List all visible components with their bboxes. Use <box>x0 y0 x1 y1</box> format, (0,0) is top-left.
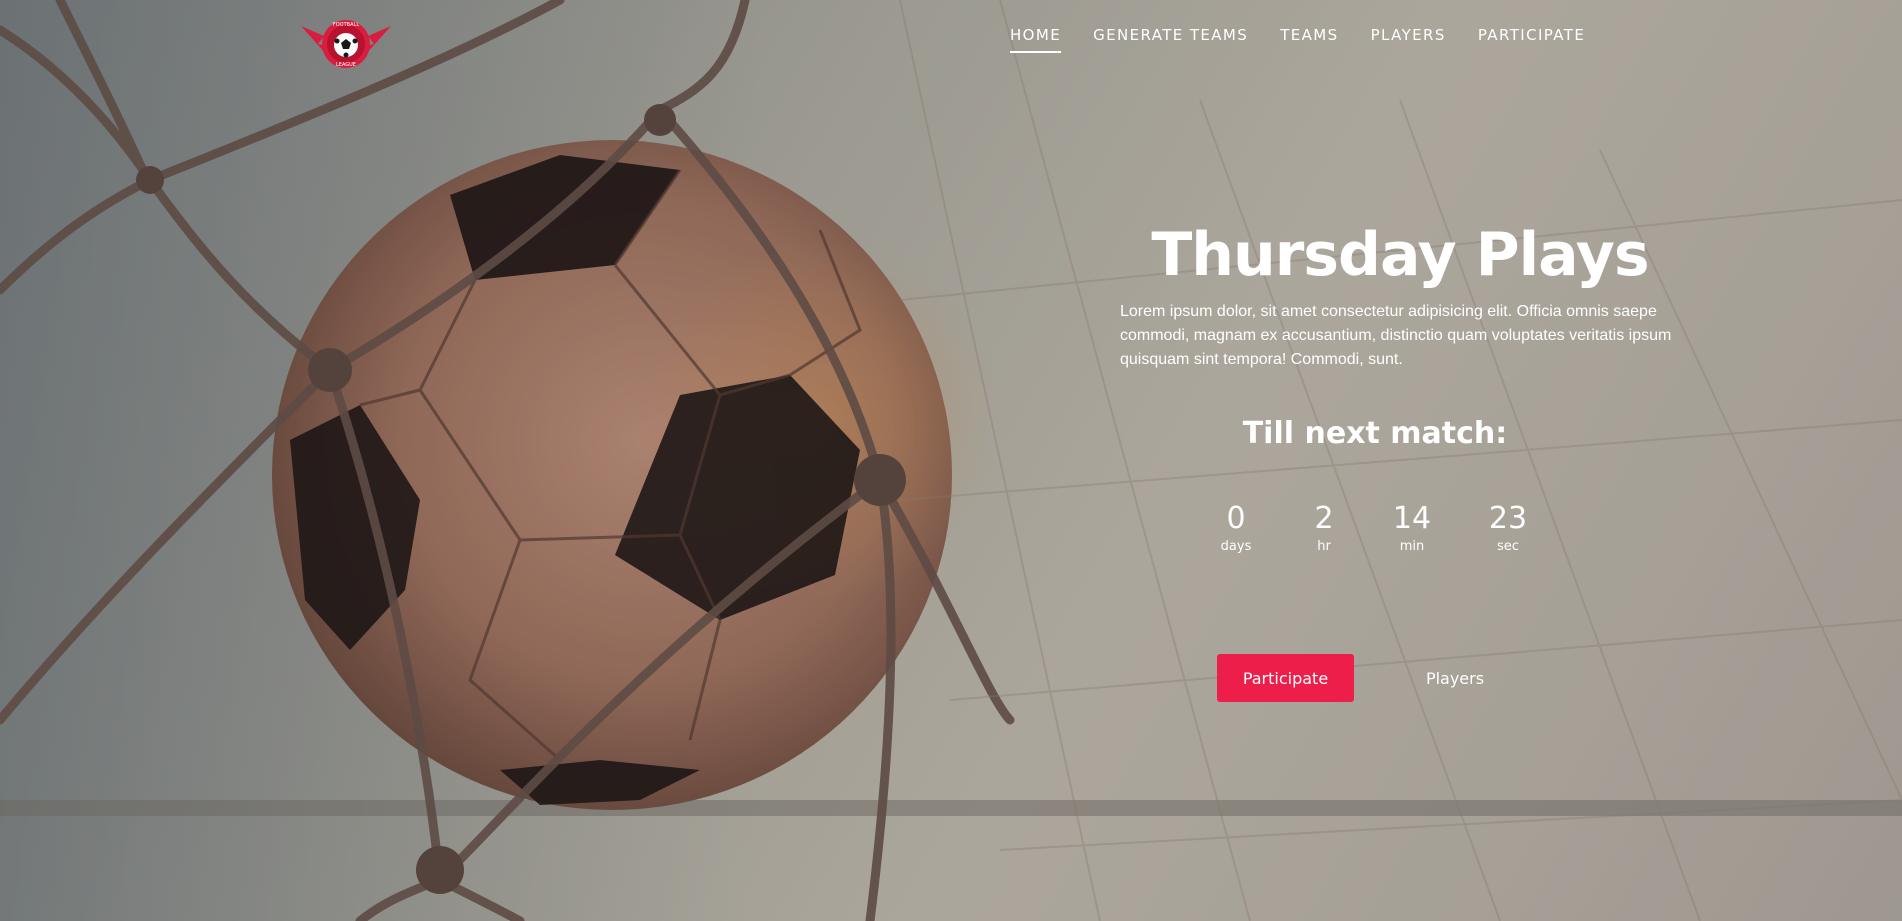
countdown-days-value: 0 <box>1226 501 1246 536</box>
league-logo[interactable]: FOOTBALL LEAGUE <box>296 14 396 74</box>
nav-item-players[interactable]: PLAYERS <box>1371 26 1446 50</box>
participate-button[interactable]: Participate <box>1217 654 1354 702</box>
countdown-hours: 2 hr <box>1276 500 1372 556</box>
countdown-days-label: days <box>1220 539 1252 554</box>
page-title: Thursday Plays <box>1151 220 1649 290</box>
countdown-minutes-value: 14 <box>1392 501 1432 536</box>
logo-top-text: FOOTBALL <box>333 22 359 28</box>
nav-item-generate-teams[interactable]: GENERATE TEAMS <box>1093 26 1248 50</box>
countdown-title: Till next match: <box>1242 416 1508 451</box>
nav-item-participate[interactable]: PARTICIPATE <box>1478 26 1585 50</box>
countdown-days: 0 days <box>1196 500 1276 556</box>
nav-item-home[interactable]: HOME <box>1010 26 1062 53</box>
football-league-logo-icon: FOOTBALL LEAGUE <box>301 20 391 68</box>
countdown-hours-value: 2 <box>1314 501 1334 536</box>
countdown-seconds-value: 23 <box>1488 501 1528 536</box>
countdown-hours-label: hr <box>1317 539 1331 554</box>
countdown-minutes-label: min <box>1399 539 1425 554</box>
main-nav: HOME GENERATE TEAMS TEAMS PLAYERS PARTIC… <box>1010 26 1585 53</box>
countdown-timer: 0 days 2 hr 14 min 23 sec <box>1196 500 1564 556</box>
logo-bottom-text: LEAGUE <box>336 62 356 68</box>
players-button[interactable]: Players <box>1400 654 1510 702</box>
hero-content: Thursday Plays Lorem ipsum dolor, sit am… <box>1120 220 1680 372</box>
hero-section: FOOTBALL LEAGUE HOME GENERATE TEAMS TEAM… <box>0 0 1902 921</box>
countdown-seconds: 23 sec <box>1452 500 1564 556</box>
nav-item-teams[interactable]: TEAMS <box>1280 26 1338 50</box>
countdown-minutes: 14 min <box>1372 500 1452 556</box>
hero-description: Lorem ipsum dolor, sit amet consectetur … <box>1120 303 1672 368</box>
countdown-seconds-label: sec <box>1497 539 1519 554</box>
hero-overlay <box>0 0 1902 921</box>
